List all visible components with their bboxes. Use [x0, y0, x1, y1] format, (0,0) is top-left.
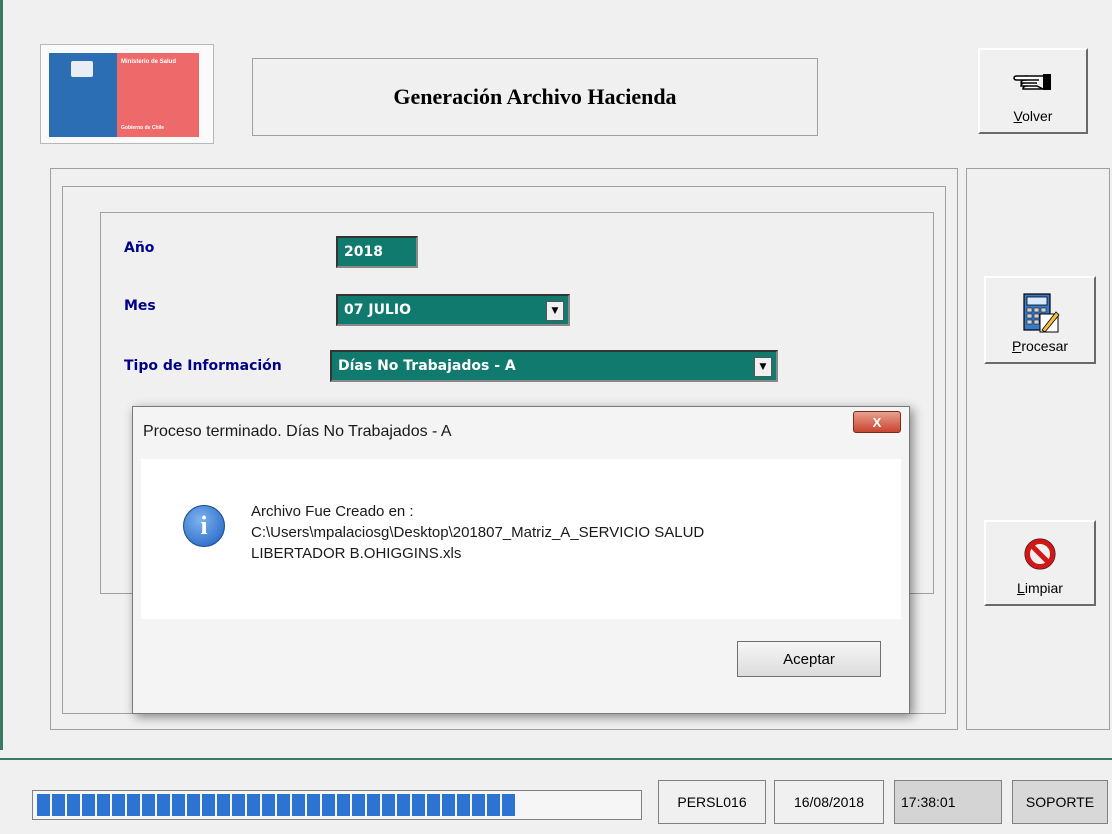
progress-segment — [142, 794, 155, 816]
mes-label: Mes — [124, 298, 156, 314]
progress-segment — [457, 794, 470, 816]
progress-segment — [382, 794, 395, 816]
progress-segment — [397, 794, 410, 816]
left-edge-rule — [0, 0, 3, 834]
volver-button[interactable]: Volver — [978, 48, 1088, 134]
progress-segment — [187, 794, 200, 816]
logo-red-block: Ministerio de Salud Gobierno de Chile — [117, 53, 199, 137]
progress-segment — [367, 794, 380, 816]
progress-segment — [217, 794, 230, 816]
progress-segment — [487, 794, 500, 816]
dialog-message: Archivo Fue Creado en : C:\Users\mpalaci… — [251, 501, 704, 564]
progress-segment — [67, 794, 80, 816]
status-user: PERSL016 — [658, 780, 766, 824]
role-value: SOPORTE — [1025, 794, 1095, 810]
close-button[interactable]: X — [853, 411, 901, 433]
info-icon: i — [183, 505, 225, 547]
pointing-hand-icon — [1013, 74, 1051, 90]
message-line-1: Archivo Fue Creado en : — [251, 503, 414, 520]
status-date: 16/08/2018 — [774, 780, 884, 824]
ministry-logo: Ministerio de Salud Gobierno de Chile — [40, 44, 214, 144]
page-title: Generación Archivo Hacienda — [393, 84, 677, 109]
close-icon: X — [872, 414, 882, 430]
progress-segment — [412, 794, 425, 816]
tipo-value: Días No Trabajados - A — [338, 358, 516, 374]
progress-segment — [202, 794, 215, 816]
aceptar-label: Aceptar — [783, 650, 835, 668]
anio-label: Año — [124, 240, 155, 256]
progress-segment — [157, 794, 170, 816]
progress-segment — [52, 794, 65, 816]
logo-ministry-text: Ministerio de Salud — [121, 59, 177, 65]
progress-segment — [277, 794, 290, 816]
date-value: 16/08/2018 — [793, 794, 865, 810]
action-panel — [966, 168, 1110, 730]
message-dialog: Proceso terminado. Días No Trabajados - … — [132, 406, 910, 714]
procesar-label: Procesar — [1011, 338, 1069, 354]
progress-segment — [292, 794, 305, 816]
dialog-body: i Archivo Fue Creado en : C:\Users\mpala… — [141, 459, 901, 619]
progress-segment — [427, 794, 440, 816]
time-value: 17:38:01 — [901, 794, 956, 810]
anio-field[interactable]: 2018 — [336, 236, 418, 268]
progress-segment — [322, 794, 335, 816]
logo-blue-block — [49, 53, 117, 137]
status-divider — [0, 758, 1112, 760]
progress-segment — [502, 794, 515, 816]
progress-segment — [307, 794, 320, 816]
title-box: Generación Archivo Hacienda — [252, 58, 818, 136]
limpiar-label: Limpiar — [1017, 580, 1063, 596]
progress-segment — [82, 794, 95, 816]
tipo-label: Tipo de Información — [124, 358, 282, 374]
user-value: PERSL016 — [677, 794, 747, 810]
progress-segment — [127, 794, 140, 816]
logo-government-text: Gobierno de Chile — [121, 125, 165, 131]
mes-select[interactable]: 07 JULIO ▼ — [336, 294, 570, 326]
dialog-title: Proceso terminado. Días No Trabajados - … — [143, 423, 452, 440]
volver-label: Volver — [1013, 108, 1053, 124]
anio-value: 2018 — [344, 244, 383, 260]
aceptar-button[interactable]: Aceptar — [737, 641, 881, 677]
message-line-3: LIBERTADOR B.OHIGGINS.xls — [251, 545, 462, 562]
progress-segment — [472, 794, 485, 816]
mes-value: 07 JULIO — [344, 302, 411, 318]
progress-segment — [262, 794, 275, 816]
progress-segment — [442, 794, 455, 816]
progress-segment — [97, 794, 110, 816]
progress-bar — [32, 790, 642, 820]
no-symbol-icon — [1024, 538, 1056, 570]
tipo-select[interactable]: Días No Trabajados - A ▼ — [330, 350, 778, 382]
crest-icon — [71, 61, 93, 77]
status-role: SOPORTE — [1012, 780, 1108, 824]
chevron-down-icon[interactable]: ▼ — [546, 301, 564, 321]
chevron-down-icon[interactable]: ▼ — [754, 357, 772, 377]
progress-segment — [37, 794, 50, 816]
calculator-icon — [1023, 293, 1060, 333]
status-time: 17:38:01 — [894, 780, 1002, 824]
progress-segment — [172, 794, 185, 816]
progress-segment — [337, 794, 350, 816]
message-line-2: C:\Users\mpalaciosg\Desktop\201807_Matri… — [251, 524, 705, 541]
progress-segment — [352, 794, 365, 816]
progress-segment — [247, 794, 260, 816]
progress-segment — [112, 794, 125, 816]
procesar-button[interactable]: Procesar — [984, 276, 1096, 364]
progress-segment — [232, 794, 245, 816]
limpiar-button[interactable]: Limpiar — [984, 520, 1096, 606]
